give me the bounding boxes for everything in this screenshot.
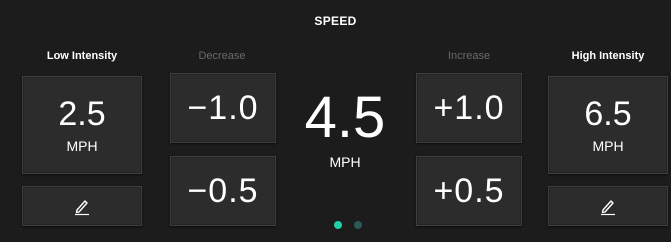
increase-0-5-label: +0.5 — [433, 171, 505, 210]
increase-0-5-button[interactable]: +0.5 — [416, 156, 522, 226]
decrease-0-5-button[interactable]: −0.5 — [170, 156, 276, 226]
increase-1-0-label: +1.0 — [433, 88, 505, 127]
current-speed-unit: MPH — [329, 154, 361, 170]
low-intensity-speed-button[interactable]: 2.5 MPH — [22, 76, 142, 174]
low-intensity-value: 2.5 — [58, 95, 106, 133]
decrease-1-0-label: −1.0 — [187, 88, 259, 127]
high-intensity-value: 6.5 — [584, 95, 632, 133]
pencil-icon — [599, 196, 617, 216]
page-dot-inactive[interactable] — [354, 221, 362, 229]
current-speed-value: 4.5 — [304, 85, 386, 150]
low-intensity-header: Low Intensity — [46, 50, 118, 62]
high-intensity-speed-button[interactable]: 6.5 MPH — [548, 76, 668, 174]
low-intensity-edit-button[interactable] — [22, 186, 142, 226]
increase-1-0-button[interactable]: +1.0 — [416, 73, 522, 143]
high-intensity-header: High Intensity — [571, 50, 645, 62]
increase-header: Increase — [447, 50, 491, 62]
decrease-header: Decrease — [198, 50, 246, 62]
low-intensity-unit: MPH — [66, 138, 98, 154]
high-intensity-edit-button[interactable] — [548, 186, 668, 226]
high-intensity-unit: MPH — [592, 138, 624, 154]
pencil-icon — [73, 196, 91, 216]
page-indicator — [330, 220, 370, 230]
page-dot-active[interactable] — [334, 221, 342, 229]
page-title: SPEED — [314, 14, 357, 28]
decrease-1-0-button[interactable]: −1.0 — [170, 73, 276, 143]
decrease-0-5-label: −0.5 — [187, 171, 259, 210]
